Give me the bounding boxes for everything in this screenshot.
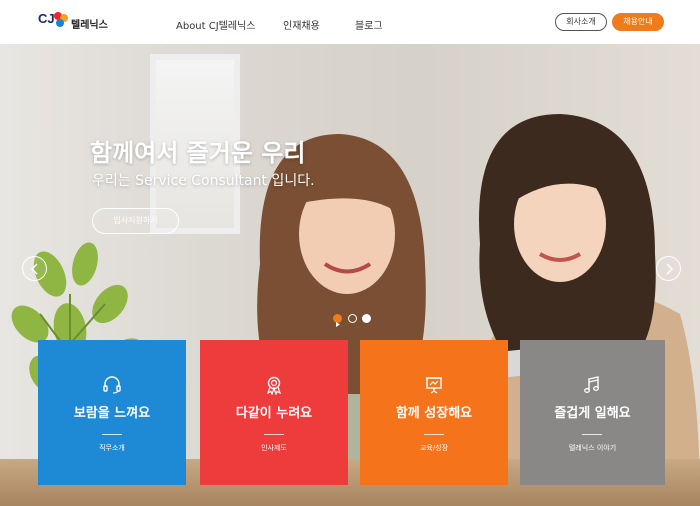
card-telenix-story[interactable]: 즐겁게 일해요 텔레닉스 이야기 xyxy=(520,340,665,485)
apply-button[interactable]: 입사지원하기 xyxy=(92,208,179,234)
nav-blog[interactable]: 블로그 xyxy=(355,17,383,32)
card-hr-system[interactable]: 다같이 누려요 인사제도 xyxy=(200,340,348,485)
recruit-info-button[interactable]: 채용안내 xyxy=(612,13,664,31)
card-divider xyxy=(582,434,602,435)
card-divider xyxy=(264,434,284,435)
card-link[interactable]: 교육/성장 xyxy=(360,443,508,453)
logo-symbol-icon xyxy=(54,12,68,27)
prev-slide-button[interactable] xyxy=(22,256,47,281)
slide-dot[interactable] xyxy=(348,314,357,323)
cj-telenix-logo[interactable]: CJ 텔레닉스 xyxy=(38,10,118,34)
card-link[interactable]: 텔레닉스 이야기 xyxy=(520,443,665,453)
hero-subtitle: 우리는 Service Consultant 입니다. xyxy=(92,173,315,189)
play-pause-button[interactable] xyxy=(333,314,342,327)
chevron-right-icon xyxy=(666,263,674,275)
site-header: CJ 텔레닉스 About CJ텔레닉스 인재채용 블로그 회사소개 채용안내 xyxy=(0,0,700,44)
card-title: 즐겁게 일해요 xyxy=(554,406,631,421)
hero-banner: 함께여서 즐거운 우리 우리는 Service Consultant 입니다. … xyxy=(0,44,700,506)
slide-dot-active[interactable] xyxy=(362,314,371,323)
card-education[interactable]: 함께 성장해요 교육/성장 xyxy=(360,340,508,485)
card-link[interactable]: 인사제도 xyxy=(200,443,348,453)
nav-recruitment[interactable]: 인재채용 xyxy=(283,17,320,32)
card-title: 함께 성장해요 xyxy=(395,406,473,421)
card-divider xyxy=(102,434,122,435)
card-link[interactable]: 직무소개 xyxy=(38,443,186,453)
hero-title: 함께여서 즐거운 우리 xyxy=(90,139,306,167)
play-icon xyxy=(336,322,340,327)
slide-indicator xyxy=(333,314,373,327)
company-intro-button[interactable]: 회사소개 xyxy=(555,13,607,31)
card-title: 다같이 누려요 xyxy=(235,406,313,421)
logo-text: 텔레닉스 xyxy=(71,20,108,31)
chevron-left-icon xyxy=(30,263,38,275)
nav-about[interactable]: About CJ텔레닉스 xyxy=(176,17,255,32)
card-divider xyxy=(424,434,444,435)
award-icon xyxy=(266,376,282,395)
headset-icon xyxy=(103,376,121,394)
card-title: 보람을 느껴요 xyxy=(73,406,151,421)
presentation-icon xyxy=(426,377,442,394)
music-note-icon xyxy=(584,376,599,393)
card-job-intro[interactable]: 보람을 느껴요 직무소개 xyxy=(38,340,186,485)
next-slide-button[interactable] xyxy=(656,256,681,281)
